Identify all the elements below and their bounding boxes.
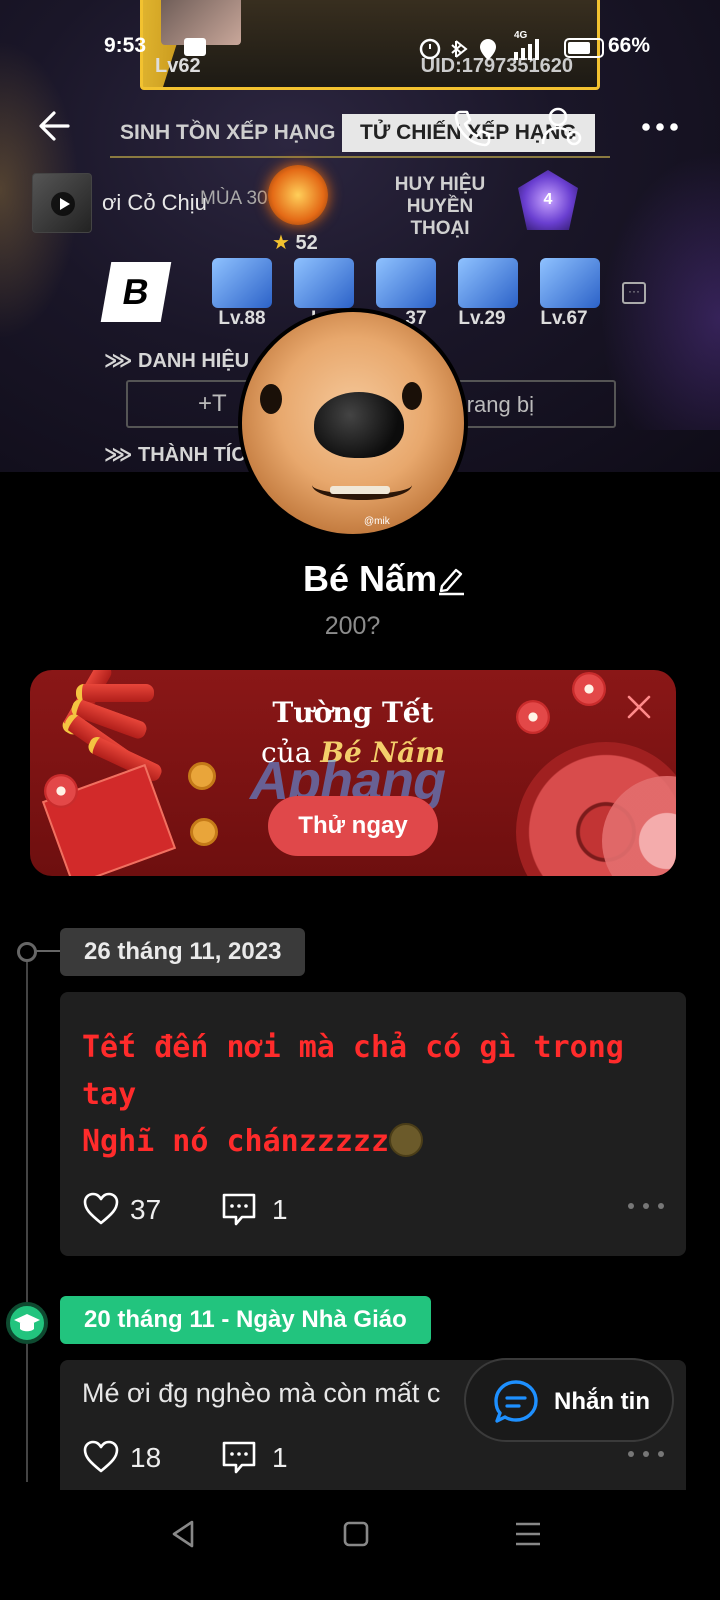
more-icon[interactable] <box>640 112 680 142</box>
legend-badge-label: HUY HIỆU HUYỀN THOẠI <box>394 174 486 239</box>
play-icon[interactable] <box>51 192 75 216</box>
avatar-mouth <box>312 470 412 500</box>
weapon-level: Lv.67 <box>540 308 588 329</box>
date-label: 26 tháng 11, 2023 <box>60 928 306 976</box>
close-icon[interactable] <box>626 694 652 720</box>
tet-wall-banner[interactable]: Tường Tết của Bé Nấm Aphang Thử ngay <box>30 670 676 876</box>
back-arrow-icon[interactable] <box>36 108 72 144</box>
star-icon: ★ <box>272 232 290 254</box>
legend-badge-icon: 4 <box>518 170 578 230</box>
edit-icon[interactable] <box>436 562 466 596</box>
b-logo-icon: B <box>100 262 172 322</box>
post-actions: 37 1 <box>82 1190 666 1230</box>
weapon-level: Lv.29 <box>458 308 506 329</box>
user-settings-icon[interactable] <box>540 106 586 148</box>
post-card[interactable]: Tết đến nơi mà chả có gì trong tay Nghĩ … <box>60 992 686 1256</box>
game-rank-tabs: SINH TỒN XẾP HẠNG TỬ CHIẾN XẾP HẠNG <box>110 114 610 158</box>
equip-left-text: +T <box>198 390 227 417</box>
heart-icon[interactable] <box>82 1190 120 1228</box>
emoji-icon <box>389 1123 424 1157</box>
timeline-dot <box>17 942 37 962</box>
status-bar: 9:53 4G 66% <box>0 30 720 66</box>
season-label: MÙA 30 <box>200 188 268 209</box>
comment-count: 1 <box>272 1442 288 1473</box>
like-count: 18 <box>130 1442 162 1473</box>
tabs-underline <box>110 156 610 158</box>
timeline-line <box>26 952 28 1482</box>
weapon-icon <box>540 258 600 308</box>
profile-bio: 200? <box>324 612 381 640</box>
stars-count: 52 <box>295 232 318 254</box>
flower-icon <box>44 774 78 808</box>
rank-badge-icon <box>268 165 328 225</box>
post-text: Mé ơi đg nghèo mà còn mất c <box>82 1378 441 1408</box>
title-section-text: DANH HIỆU <box>138 350 250 372</box>
more-weapons-icon: ··· <box>622 282 646 304</box>
nav-back-icon[interactable] <box>164 1514 204 1554</box>
timeline-connector <box>36 950 60 952</box>
equip-right-text: rang bị <box>466 392 534 417</box>
rank-stars: ★ 52 <box>272 230 318 255</box>
comment-icon[interactable] <box>220 1190 258 1228</box>
graduation-cap-svg <box>14 1314 40 1332</box>
battery-percent: 66% <box>607 34 650 57</box>
nav-home-icon[interactable] <box>336 1514 376 1554</box>
nav-menu-icon[interactable] <box>508 1514 548 1554</box>
title-section-label: ⋙ DANH HIỆU <box>104 350 250 372</box>
tab-survival-rank: SINH TỒN XẾP HẠNG <box>120 121 336 144</box>
profile-name: Bé Nấm <box>302 558 438 599</box>
graduation-cap-icon <box>6 1302 48 1344</box>
like-count: 37 <box>130 1194 162 1225</box>
network-label: 4G <box>514 30 528 41</box>
phone-icon[interactable] <box>452 108 492 148</box>
music-title[interactable]: ơi Cỏ Chịu <box>102 190 207 216</box>
battery-icon <box>564 38 604 58</box>
message-icon <box>494 1380 538 1423</box>
message-button-label: Nhắn tin <box>554 1388 650 1415</box>
avatar-tag: @mik <box>364 516 390 527</box>
avatar-teeth <box>330 486 390 494</box>
system-nav-bar <box>0 1490 720 1600</box>
post-text-content: Tết đến nơi mà chả có gì trong tay Nghĩ … <box>82 1030 624 1159</box>
post-more-icon[interactable] <box>626 1448 666 1460</box>
avatar-nose <box>314 392 404 458</box>
avatar-eye <box>260 384 282 414</box>
post-actions: 18 1 <box>82 1438 666 1478</box>
weapon-icon <box>376 258 436 308</box>
weapon-icon <box>458 258 518 308</box>
coin-icon <box>190 818 218 846</box>
event-date-label: 20 tháng 11 - Ngày Nhà Giáo <box>60 1296 431 1344</box>
weapon-icon <box>294 258 354 308</box>
weapon-level: Lv.88 <box>218 308 266 329</box>
avatar[interactable]: @mik <box>238 308 468 538</box>
weapon-icon <box>212 258 272 308</box>
post-more-icon[interactable] <box>626 1200 666 1212</box>
message-button[interactable]: Nhắn tin <box>464 1358 674 1442</box>
status-time: 9:53 <box>104 34 147 57</box>
banner-title: Tường Tết <box>272 696 434 729</box>
post-text: Tết đến nơi mà chả có gì trong tay Nghĩ … <box>82 1024 642 1165</box>
app-notification-icon <box>184 38 206 56</box>
try-now-button[interactable]: Thử ngay <box>268 796 438 856</box>
music-cover[interactable] <box>32 173 92 233</box>
comment-count: 1 <box>272 1194 288 1225</box>
heart-icon[interactable] <box>82 1438 120 1476</box>
avatar-eye <box>402 382 422 410</box>
achievement-label: ⋙ THÀNH TÍCH <box>104 444 261 466</box>
comment-icon[interactable] <box>220 1438 258 1476</box>
